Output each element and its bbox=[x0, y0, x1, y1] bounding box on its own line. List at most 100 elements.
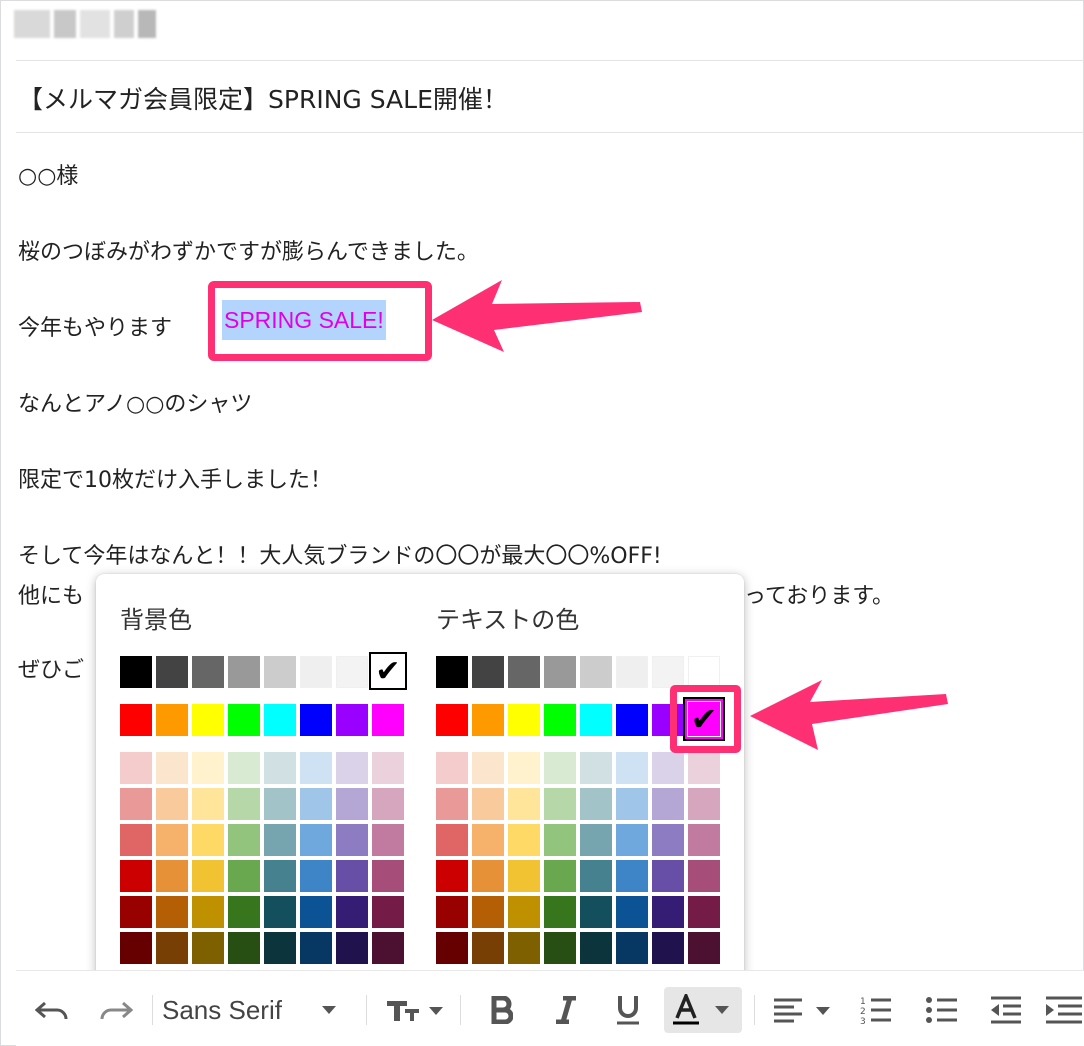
color-swatch[interactable] bbox=[336, 896, 368, 928]
color-swatch[interactable] bbox=[436, 656, 468, 688]
color-swatch[interactable] bbox=[472, 896, 504, 928]
color-swatch[interactable] bbox=[228, 860, 260, 892]
color-swatch[interactable] bbox=[544, 752, 576, 784]
color-swatch[interactable] bbox=[688, 656, 720, 688]
color-swatch[interactable] bbox=[436, 704, 468, 736]
color-swatch[interactable] bbox=[228, 896, 260, 928]
color-swatch[interactable] bbox=[300, 788, 332, 820]
color-swatch[interactable] bbox=[264, 752, 296, 784]
color-swatch[interactable] bbox=[120, 860, 152, 892]
color-swatch[interactable] bbox=[120, 704, 152, 736]
color-swatch[interactable] bbox=[192, 788, 224, 820]
color-swatch[interactable] bbox=[228, 824, 260, 856]
color-swatch[interactable] bbox=[192, 824, 224, 856]
color-swatch[interactable] bbox=[300, 656, 332, 688]
color-swatch[interactable] bbox=[508, 788, 540, 820]
color-swatch[interactable] bbox=[652, 932, 684, 964]
color-swatch[interactable] bbox=[372, 932, 404, 964]
color-swatch[interactable] bbox=[652, 752, 684, 784]
color-swatch[interactable] bbox=[436, 752, 468, 784]
color-swatch[interactable] bbox=[120, 752, 152, 784]
color-swatch[interactable] bbox=[228, 932, 260, 964]
color-swatch[interactable] bbox=[580, 824, 612, 856]
color-swatch[interactable] bbox=[436, 860, 468, 892]
color-swatch[interactable] bbox=[300, 860, 332, 892]
color-swatch[interactable] bbox=[156, 788, 188, 820]
color-swatch[interactable] bbox=[616, 704, 648, 736]
color-swatch[interactable] bbox=[300, 932, 332, 964]
color-swatch[interactable] bbox=[652, 656, 684, 688]
color-swatch[interactable] bbox=[120, 788, 152, 820]
color-swatch[interactable] bbox=[688, 932, 720, 964]
bold-icon[interactable] bbox=[480, 987, 524, 1033]
color-swatch[interactable] bbox=[508, 932, 540, 964]
color-swatch[interactable] bbox=[120, 824, 152, 856]
color-swatch[interactable] bbox=[472, 656, 504, 688]
color-swatch[interactable] bbox=[228, 656, 260, 688]
color-swatch[interactable] bbox=[436, 896, 468, 928]
color-swatch[interactable] bbox=[472, 932, 504, 964]
color-swatch[interactable] bbox=[264, 824, 296, 856]
color-swatch[interactable] bbox=[192, 656, 224, 688]
color-swatch[interactable] bbox=[688, 860, 720, 892]
color-swatch[interactable] bbox=[616, 932, 648, 964]
color-swatch[interactable] bbox=[652, 896, 684, 928]
recipient-field[interactable] bbox=[14, 6, 204, 46]
color-swatch[interactable] bbox=[688, 824, 720, 856]
color-swatch[interactable] bbox=[336, 788, 368, 820]
color-swatch[interactable] bbox=[372, 752, 404, 784]
color-swatch[interactable] bbox=[372, 824, 404, 856]
color-swatch[interactable] bbox=[616, 656, 648, 688]
color-swatch[interactable] bbox=[228, 704, 260, 736]
color-swatch[interactable] bbox=[228, 752, 260, 784]
color-swatch[interactable] bbox=[264, 656, 296, 688]
color-swatch[interactable] bbox=[120, 932, 152, 964]
color-swatch[interactable] bbox=[688, 896, 720, 928]
color-swatch[interactable] bbox=[652, 788, 684, 820]
color-swatch[interactable] bbox=[652, 860, 684, 892]
color-swatch[interactable] bbox=[688, 788, 720, 820]
color-swatch[interactable] bbox=[192, 932, 224, 964]
color-swatch[interactable] bbox=[544, 860, 576, 892]
color-swatch[interactable] bbox=[336, 860, 368, 892]
color-swatch[interactable] bbox=[616, 824, 648, 856]
indent-less-icon[interactable] bbox=[982, 987, 1030, 1033]
color-swatch[interactable] bbox=[544, 656, 576, 688]
color-swatch[interactable] bbox=[264, 788, 296, 820]
indent-more-icon[interactable] bbox=[1044, 987, 1084, 1033]
color-swatch[interactable] bbox=[156, 704, 188, 736]
color-swatch[interactable] bbox=[264, 896, 296, 928]
color-swatch[interactable] bbox=[508, 656, 540, 688]
color-swatch[interactable] bbox=[264, 860, 296, 892]
color-swatch[interactable] bbox=[336, 932, 368, 964]
color-swatch[interactable] bbox=[264, 932, 296, 964]
color-swatch[interactable] bbox=[192, 860, 224, 892]
color-swatch[interactable] bbox=[372, 704, 404, 736]
subject-field[interactable]: 【メルマガ会員限定】SPRING SALE開催！ bbox=[18, 80, 508, 116]
color-swatch[interactable] bbox=[372, 896, 404, 928]
color-swatch[interactable] bbox=[436, 788, 468, 820]
selected-background-swatch[interactable]: ✔ bbox=[369, 652, 407, 690]
color-swatch[interactable] bbox=[336, 704, 368, 736]
color-swatch[interactable] bbox=[616, 752, 648, 784]
redo-icon[interactable] bbox=[94, 987, 138, 1033]
color-swatch[interactable] bbox=[300, 752, 332, 784]
color-swatch[interactable] bbox=[580, 860, 612, 892]
color-swatch[interactable] bbox=[616, 896, 648, 928]
italic-icon[interactable] bbox=[544, 987, 588, 1033]
color-swatch[interactable] bbox=[192, 752, 224, 784]
color-swatch[interactable] bbox=[156, 752, 188, 784]
selected-text-spring-sale[interactable]: SPRING SALE! bbox=[222, 300, 386, 340]
color-swatch[interactable] bbox=[472, 704, 504, 736]
color-swatch[interactable] bbox=[120, 896, 152, 928]
undo-icon[interactable] bbox=[30, 987, 74, 1033]
bulleted-list-icon[interactable] bbox=[918, 987, 966, 1033]
color-swatch[interactable] bbox=[508, 860, 540, 892]
color-swatch[interactable] bbox=[264, 704, 296, 736]
font-family-dropdown[interactable]: Sans Serif bbox=[162, 987, 352, 1033]
color-swatch[interactable] bbox=[580, 896, 612, 928]
color-swatch[interactable] bbox=[580, 704, 612, 736]
color-swatch[interactable] bbox=[156, 932, 188, 964]
color-swatch[interactable] bbox=[336, 824, 368, 856]
color-swatch[interactable] bbox=[192, 704, 224, 736]
